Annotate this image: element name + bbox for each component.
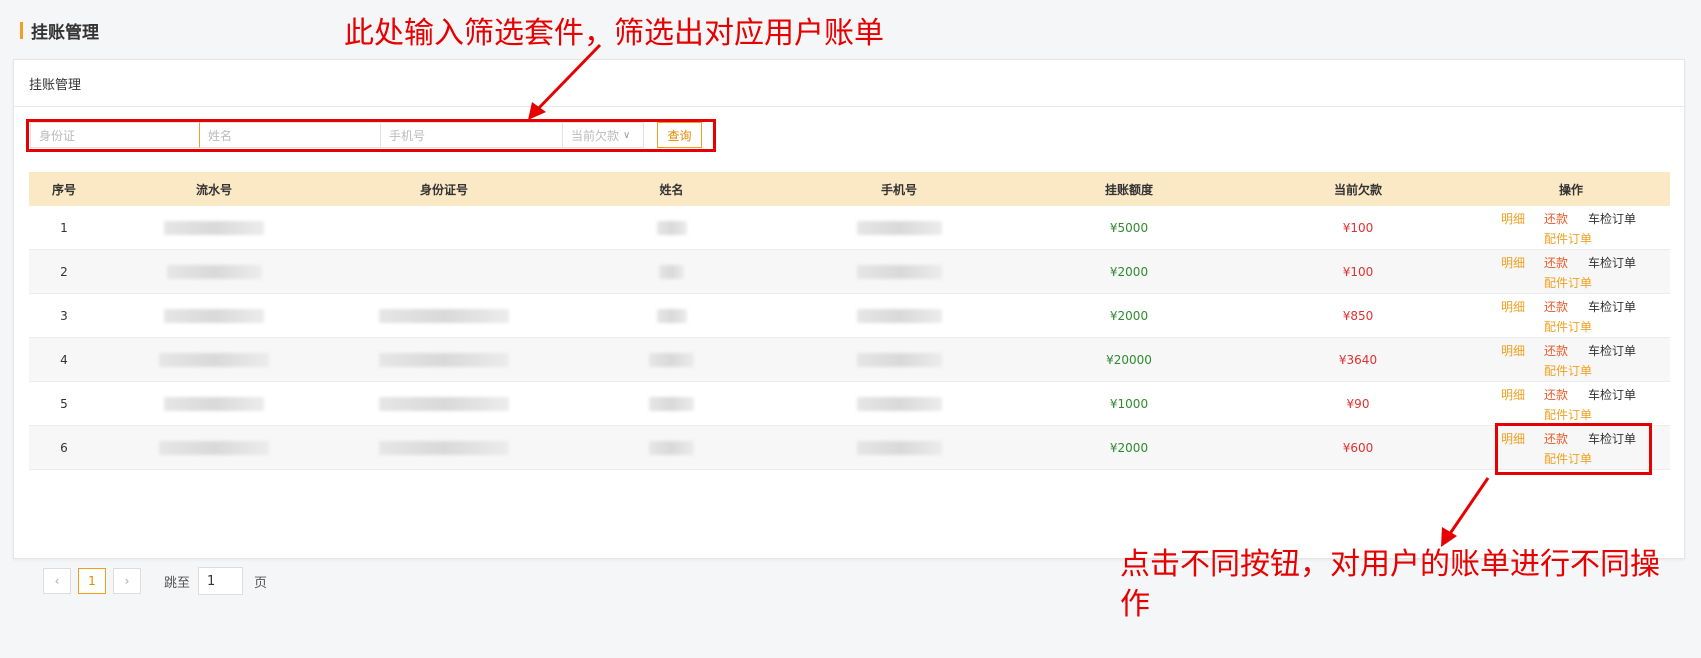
arrowhead-ops bbox=[1441, 527, 1457, 547]
ops-annotation: 点击不同按钮，对用户的账单进行不同操作 bbox=[1120, 547, 1660, 622]
arrow-to-ops bbox=[1445, 477, 1490, 539]
filter-annotation: 此处输入筛选套件，筛选出对应用户账单 bbox=[344, 16, 884, 51]
arrow-to-filter bbox=[533, 43, 602, 114]
